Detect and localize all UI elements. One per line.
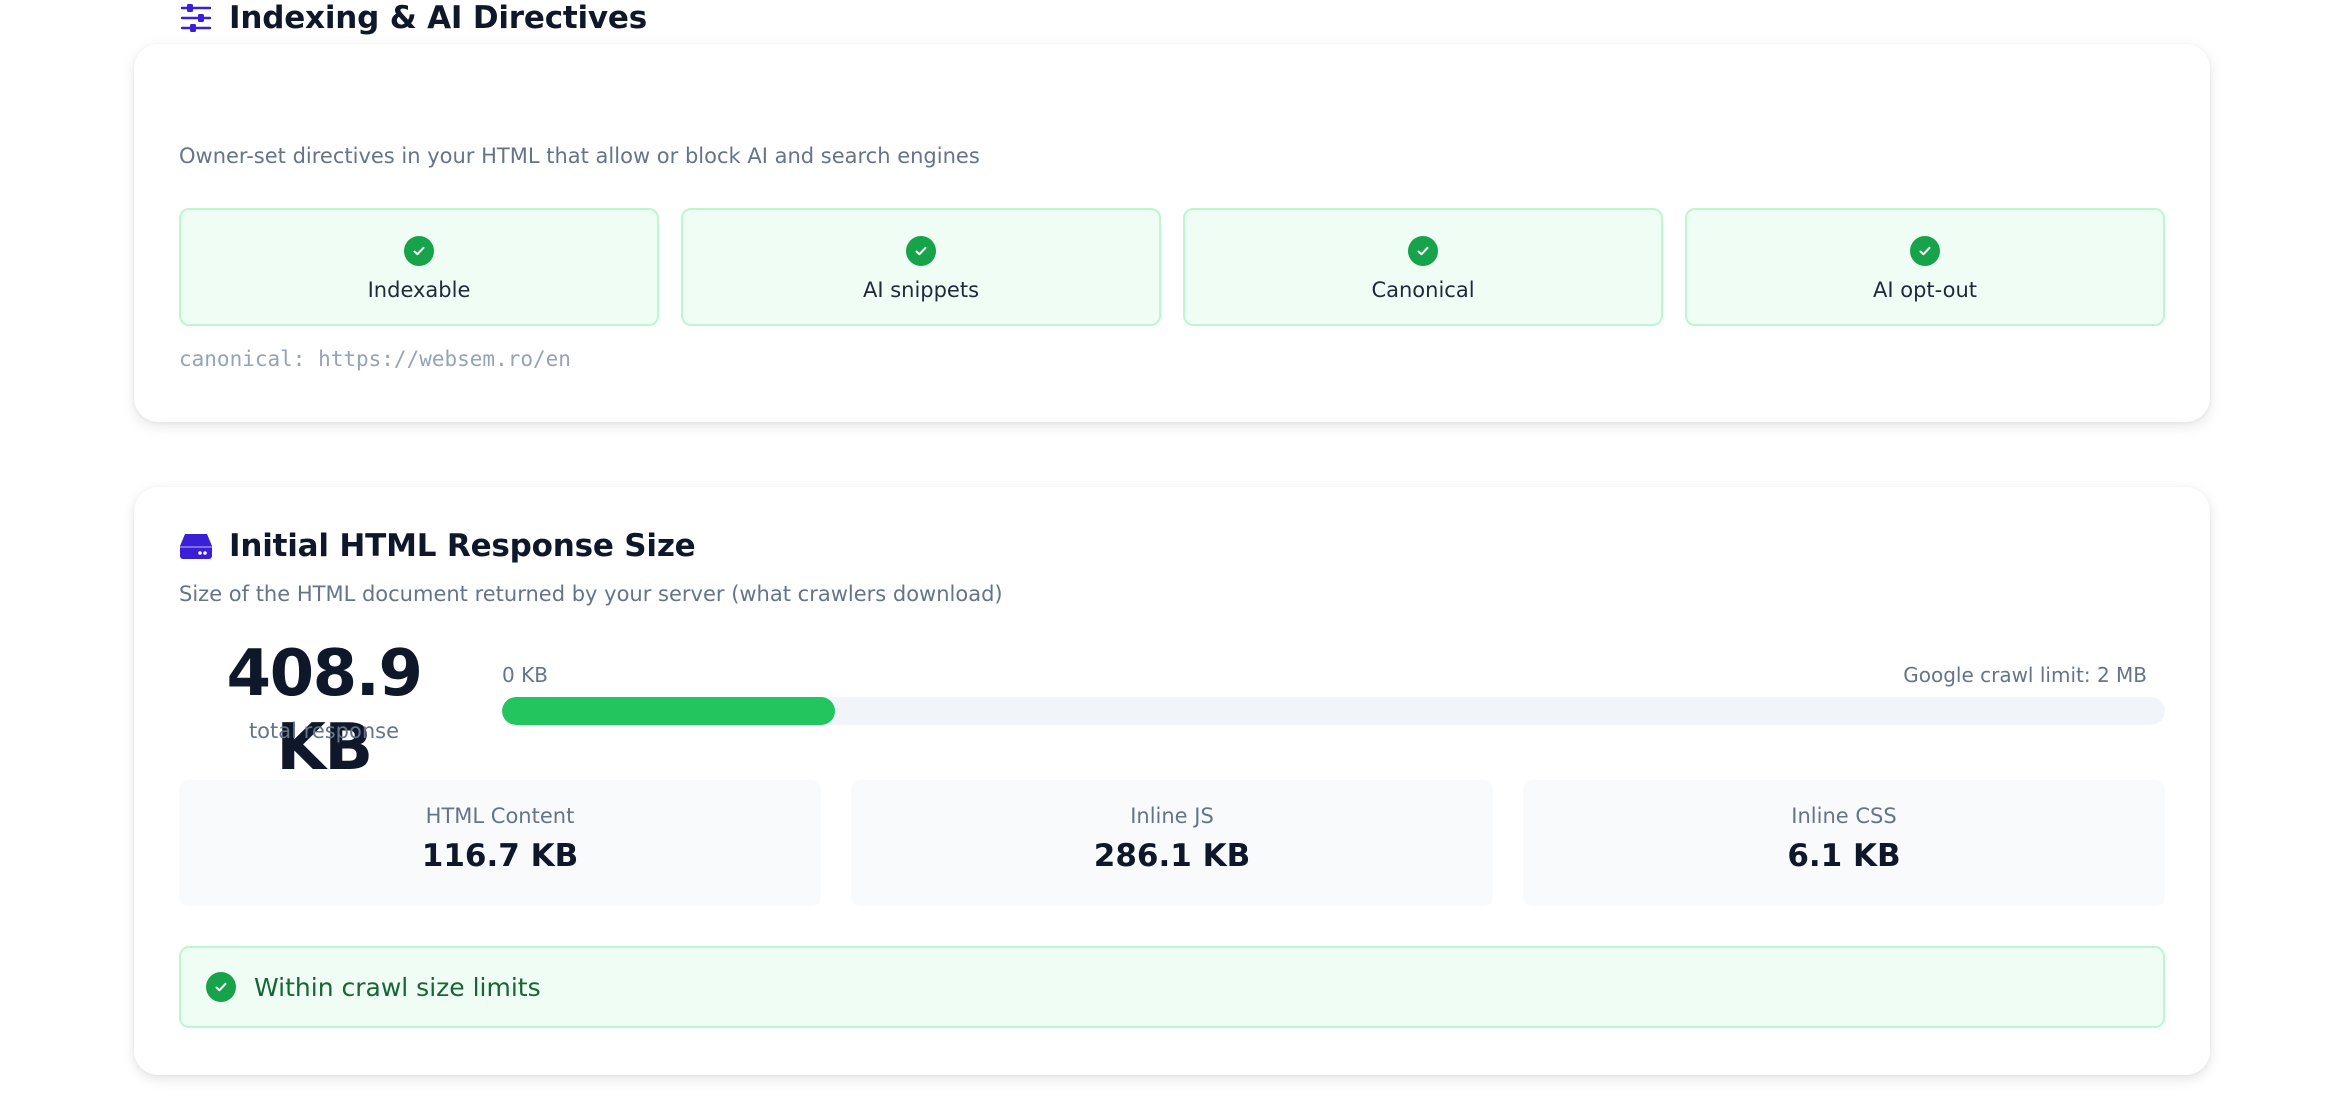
breakdown-inline-js: Inline JS 286.1 KB xyxy=(851,780,1493,906)
directive-tile-label: AI snippets xyxy=(862,278,980,302)
directive-tile-indexable: Indexable xyxy=(179,208,659,326)
size-breakdown: HTML Content 116.7 KB Inline JS 286.1 KB… xyxy=(179,780,2165,906)
sliders-icon xyxy=(179,1,213,35)
size-card-description: Size of the HTML document returned by yo… xyxy=(179,582,1003,606)
crawl-size-progress-fill xyxy=(502,697,835,725)
crawl-size-progress-bar xyxy=(502,697,2165,725)
canonical-url-text: canonical: https://websem.ro/en xyxy=(179,347,571,371)
directive-tile-label: Canonical xyxy=(1371,278,1475,302)
crawl-size-status: Within crawl size limits xyxy=(179,946,2165,1028)
check-circle-icon xyxy=(1408,236,1438,266)
bar-min-label: 0 KB xyxy=(502,663,548,687)
size-card-header: Initial HTML Response Size xyxy=(179,528,696,564)
breakdown-inline-css: Inline CSS 6.1 KB xyxy=(1523,780,2165,906)
check-circle-icon xyxy=(206,972,236,1002)
directive-tiles: Indexable AI snippets Canonical AI opt-o… xyxy=(179,208,2165,326)
directive-tile-canonical: Canonical xyxy=(1183,208,1663,326)
breakdown-label: HTML Content xyxy=(425,804,575,828)
breakdown-value: 286.1 KB xyxy=(1093,838,1251,874)
indexing-card-title: Indexing & AI Directives xyxy=(229,0,648,36)
indexing-card-header: Indexing & AI Directives xyxy=(179,0,647,36)
breakdown-html-content: HTML Content 116.7 KB xyxy=(179,780,821,906)
check-circle-icon xyxy=(1910,236,1940,266)
total-response-size: 408.9 KB xyxy=(226,637,423,785)
indexing-card-description: Owner-set directives in your HTML that a… xyxy=(179,144,980,168)
directive-tile-ai-opt-out: AI opt-out xyxy=(1685,208,2165,326)
status-text: Within crawl size limits xyxy=(254,972,541,1002)
directive-tile-label: AI opt-out xyxy=(1872,278,1977,302)
breakdown-value: 6.1 KB xyxy=(1787,838,1901,874)
breakdown-label: Inline JS xyxy=(1130,804,1214,828)
size-card-title: Initial HTML Response Size xyxy=(229,528,696,564)
hard-drive-icon xyxy=(179,529,213,563)
directive-tile-label: Indexable xyxy=(367,278,471,302)
bar-max-label: Google crawl limit: 2 MB xyxy=(1903,663,2147,687)
breakdown-value: 116.7 KB xyxy=(421,838,579,874)
check-circle-icon xyxy=(906,236,936,266)
check-circle-icon xyxy=(404,236,434,266)
directive-tile-ai-snippets: AI snippets xyxy=(681,208,1161,326)
breakdown-label: Inline CSS xyxy=(1791,804,1897,828)
total-response-label: total response xyxy=(248,719,400,743)
